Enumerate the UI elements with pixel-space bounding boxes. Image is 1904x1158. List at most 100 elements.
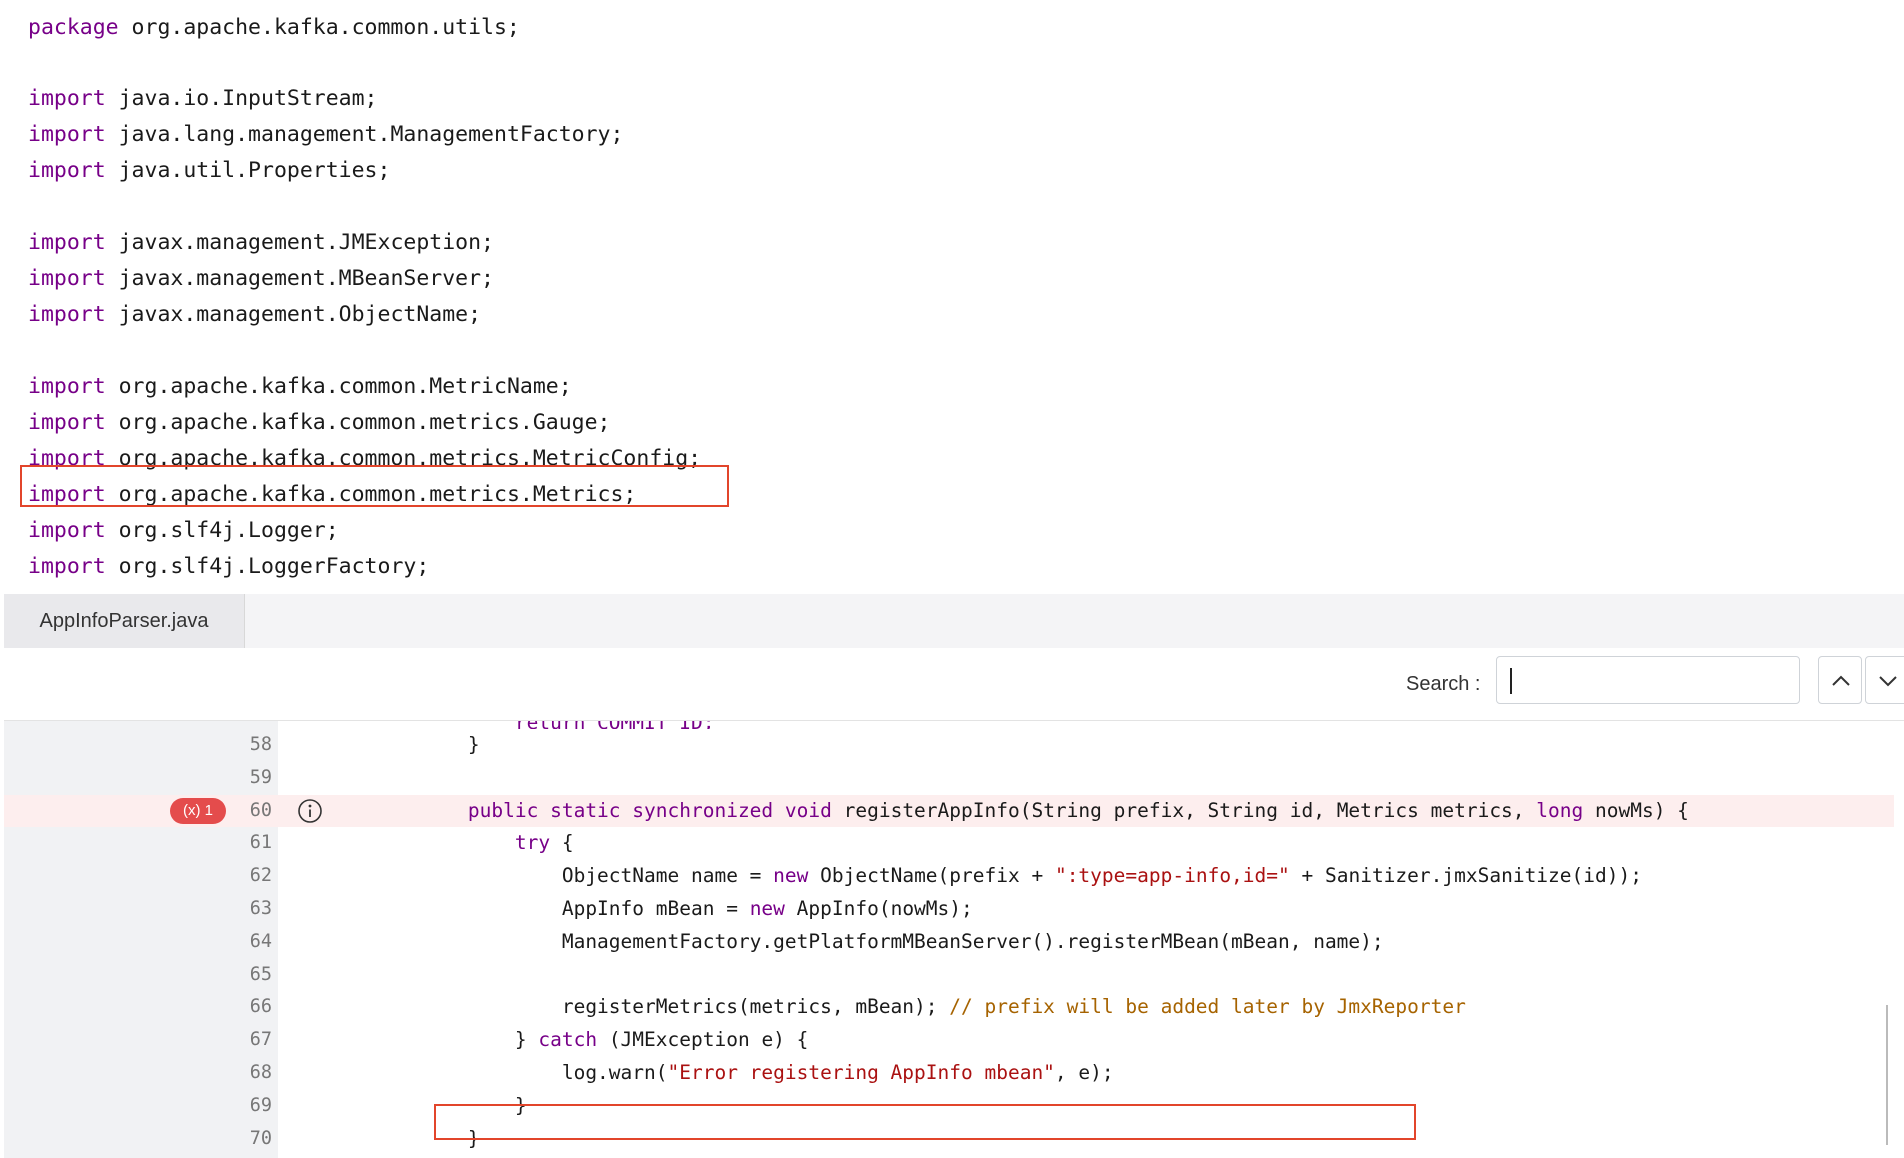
code-text: javax.management.ObjectName; xyxy=(105,302,482,327)
code-text: log.warn( xyxy=(374,1061,668,1084)
keyword: catch xyxy=(538,1028,598,1052)
code-text: org.slf4j.LoggerFactory; xyxy=(105,554,430,579)
code-text: org.apache.kafka.common.MetricName; xyxy=(105,374,572,399)
code-row: 65 xyxy=(4,959,1894,991)
keyword: import xyxy=(28,86,106,111)
line-number: 68 xyxy=(249,1062,272,1083)
keyword: public static synchronized void xyxy=(467,798,832,822)
code-text: , e); xyxy=(1054,1061,1114,1084)
code-line: import javax.management.MBeanServer; xyxy=(28,261,494,297)
code-comment: // prefix will be added later by JmxRepo… xyxy=(949,995,1466,1019)
code-line: import java.lang.management.ManagementFa… xyxy=(28,117,623,153)
code-line: } catch (JMException e) { xyxy=(374,1024,809,1056)
code-text: org.apache.kafka.common.utils; xyxy=(118,15,520,40)
string-literal: "Error registering AppInfo mbean" xyxy=(667,1061,1055,1084)
code-text: AppInfo(nowMs); xyxy=(784,897,973,920)
keyword: import xyxy=(28,410,106,435)
code-line: try { xyxy=(374,827,574,859)
error-count-badge[interactable]: (x) 1 xyxy=(170,797,226,824)
keyword: long xyxy=(1536,798,1584,822)
keyword: import xyxy=(28,554,106,579)
chevron-up-icon xyxy=(1832,675,1850,686)
tab-appinfoparser[interactable]: AppInfoParser.java xyxy=(4,594,245,649)
code-line: ObjectName name = new ObjectName(prefix … xyxy=(374,860,1642,892)
search-label: Search : xyxy=(1406,673,1481,695)
code-text: (JMException e) { xyxy=(597,1028,809,1052)
code-text: javax.management.JMException; xyxy=(105,230,494,255)
code-text: + Sanitizer.jmxSanitize(id)); xyxy=(1289,864,1642,888)
code-line: } xyxy=(374,729,480,761)
line-number: 59 xyxy=(249,766,272,788)
code-line: import org.slf4j.LoggerFactory; xyxy=(28,549,429,585)
code-line: import org.slf4j.Logger; xyxy=(28,513,339,549)
tab-strip: AppInfoParser.java xyxy=(4,594,1904,649)
code-text: ManagementFactory.getPlatformMBeanServer… xyxy=(374,929,1384,953)
line-number: 67 xyxy=(249,1029,272,1051)
code-line: package org.apache.kafka.common.utils; xyxy=(28,10,520,46)
code-viewer-panel: AppInfoParser.java Search : return COMMI… xyxy=(4,594,1904,1158)
line-number: 69 xyxy=(249,1094,272,1116)
code-row: 64 ManagementFactory.getPlatformMBeanSer… xyxy=(4,926,1894,958)
keyword: import xyxy=(28,302,106,327)
keyword: import xyxy=(28,374,106,399)
code-text: ObjectName(prefix + xyxy=(808,864,1055,888)
code-line: AppInfo mBean = new AppInfo(nowMs); xyxy=(374,893,973,925)
code-line: log.warn("Error registering AppInfo mbea… xyxy=(374,1057,1114,1089)
code-row: 58 } xyxy=(4,729,1894,761)
line-number: 65 xyxy=(249,963,272,985)
line-number: 63 xyxy=(249,898,272,919)
code-row: 63 AppInfo mBean = new AppInfo(nowMs); xyxy=(4,893,1894,925)
code-line: import java.io.InputStream; xyxy=(28,81,378,117)
search-next-button[interactable] xyxy=(1865,656,1904,704)
highlight-box-register-metrics xyxy=(434,1104,1416,1140)
text-caret xyxy=(1510,668,1512,694)
code-text: java.lang.management.ManagementFactory; xyxy=(105,122,624,147)
code-text: { xyxy=(550,831,574,855)
chevron-down-icon xyxy=(1879,676,1897,687)
keyword: import xyxy=(28,230,106,255)
code-line: ManagementFactory.getPlatformMBeanServer… xyxy=(374,926,1384,958)
code-text: org.slf4j.Logger; xyxy=(105,518,339,543)
code-row: 60 public static synchronized void regis… xyxy=(4,794,1894,827)
code-text: java.io.InputStream; xyxy=(105,86,378,111)
code-line: import org.apache.kafka.common.metrics.G… xyxy=(28,405,611,441)
keyword: new xyxy=(749,897,785,920)
code-row: 62 ObjectName name = new ObjectName(pref… xyxy=(4,860,1894,892)
code-text: org.apache.kafka.common.metrics.Gauge; xyxy=(105,410,611,435)
code-line: import javax.management.ObjectName; xyxy=(28,297,481,333)
scrollbar[interactable] xyxy=(1886,1005,1888,1145)
code-text: registerAppInfo(String prefix, String id… xyxy=(831,798,1537,822)
keyword: new xyxy=(773,864,809,888)
search-previous-button[interactable] xyxy=(1818,656,1862,704)
code-text: javax.management.MBeanServer; xyxy=(105,266,494,291)
code-line: registerMetrics(metrics, mBean); // pref… xyxy=(374,991,1466,1023)
code-row: 61 try { xyxy=(4,827,1894,859)
partially-visible-line: return COMMIT_ID; xyxy=(4,721,1894,729)
info-icon[interactable] xyxy=(297,798,323,824)
keyword: try xyxy=(514,831,551,855)
code-text: registerMetrics(metrics, mBean); xyxy=(374,995,950,1019)
code-text: nowMs) { xyxy=(1583,798,1689,822)
code-row: 66 registerMetrics(metrics, mBean); // p… xyxy=(4,991,1894,1023)
code-text: java.util.Properties; xyxy=(105,158,391,183)
line-number: 70 xyxy=(249,1127,272,1149)
code-row: 68 log.warn("Error registering AppInfo m… xyxy=(4,1057,1894,1089)
code-editor[interactable]: return COMMIT_ID; 58 } 59 60 public static… xyxy=(4,721,1894,1158)
code-line: import javax.management.JMException; xyxy=(28,225,494,261)
keyword: import xyxy=(28,158,106,183)
line-number: 66 xyxy=(249,996,272,1018)
line-number: 58 xyxy=(249,734,272,755)
code-text: ObjectName name = xyxy=(374,864,774,888)
keyword: package xyxy=(28,15,119,40)
string-literal: ":type=app-info,id=" xyxy=(1054,864,1290,888)
keyword: import xyxy=(28,518,106,543)
line-number: 61 xyxy=(249,832,272,854)
search-input[interactable] xyxy=(1496,656,1800,704)
code-text: } xyxy=(374,733,480,756)
code-text: } xyxy=(374,1028,539,1052)
line-number: 62 xyxy=(249,865,272,887)
code-row: 67 } catch (JMException e) { xyxy=(4,1024,1894,1056)
code-row: 59 xyxy=(4,762,1894,794)
